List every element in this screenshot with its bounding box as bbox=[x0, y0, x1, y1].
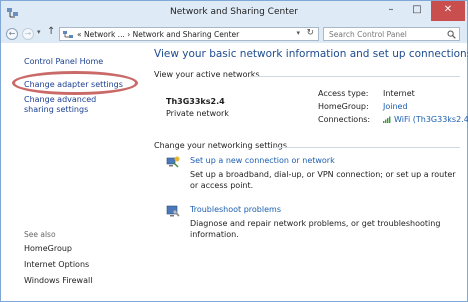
navigation-bar: ← → ▾ ↑ « Network ... › Network and Shar… bbox=[1, 25, 467, 43]
sidebar-item-change-advanced-sharing[interactable]: Change advanced sharing settings bbox=[24, 95, 124, 115]
main-content: View your basic network information and … bbox=[146, 43, 468, 301]
sidebar-item-control-panel-home[interactable]: Control Panel Home bbox=[24, 57, 103, 66]
wifi-connection-link[interactable]: WiFi (Th3G33ks2.4) bbox=[394, 115, 468, 124]
troubleshoot-link[interactable]: Troubleshoot problems bbox=[190, 205, 281, 214]
window: Network and Sharing Center – □ ✕ ← → ▾ ↑… bbox=[0, 0, 468, 302]
network-name: Th3G33ks2.4 bbox=[166, 97, 225, 106]
see-also-heading: See also bbox=[24, 230, 56, 239]
close-button[interactable]: ✕ bbox=[431, 1, 465, 21]
sidebar-item-windows-firewall[interactable]: Windows Firewall bbox=[24, 276, 92, 285]
homegroup-link[interactable]: Joined bbox=[383, 102, 408, 111]
divider bbox=[250, 76, 460, 77]
address-bar[interactable]: « Network ... › Network and Sharing Cent… bbox=[59, 27, 319, 41]
title-bar[interactable]: Network and Sharing Center – □ ✕ bbox=[1, 1, 467, 25]
recent-locations-icon[interactable]: ▾ bbox=[37, 28, 41, 36]
search-placeholder: Search Control Panel bbox=[329, 30, 407, 39]
access-type-label: Access type: bbox=[318, 89, 369, 98]
network-type[interactable]: Private network bbox=[166, 109, 229, 118]
troubleshoot-description: Diagnose and repair network problems, or… bbox=[190, 219, 441, 239]
page-title: View your basic network information and … bbox=[154, 48, 468, 60]
up-button[interactable]: ↑ bbox=[47, 26, 55, 37]
minimize-button[interactable]: – bbox=[379, 1, 403, 21]
breadcrumb[interactable]: « Network ... › Network and Sharing Cent… bbox=[77, 30, 239, 39]
sidebar-item-internet-options[interactable]: Internet Options bbox=[24, 260, 89, 269]
refresh-icon[interactable]: ↻ bbox=[306, 28, 314, 38]
setup-connection-description: Set up a broadband, dial-up, or VPN conn… bbox=[190, 170, 456, 190]
connections-label: Connections: bbox=[318, 115, 371, 124]
back-button[interactable]: ← bbox=[6, 28, 18, 40]
sidebar-item-change-adapter-settings[interactable]: Change adapter settings bbox=[24, 80, 123, 89]
sidebar: Control Panel Home Change adapter settin… bbox=[1, 43, 146, 301]
homegroup-label: HomeGroup: bbox=[318, 102, 369, 111]
breadcrumb-path[interactable]: Network ... › Network and Sharing Center bbox=[84, 30, 239, 39]
new-connection-icon bbox=[166, 156, 180, 168]
access-type-value: Internet bbox=[383, 89, 415, 98]
search-icon[interactable] bbox=[447, 30, 456, 39]
search-input[interactable]: Search Control Panel bbox=[323, 27, 460, 41]
forward-button[interactable]: → bbox=[22, 28, 34, 40]
networking-settings-heading: Change your networking settings bbox=[154, 141, 288, 150]
breadcrumb-prefix: « bbox=[77, 30, 82, 39]
chevron-down-icon[interactable]: ▾ bbox=[296, 29, 300, 37]
troubleshoot-icon bbox=[166, 205, 180, 217]
network-folder-icon bbox=[63, 31, 73, 38]
active-networks-heading: View your active networks bbox=[154, 70, 260, 79]
divider bbox=[274, 147, 460, 148]
setup-connection-link[interactable]: Set up a new connection or network bbox=[190, 156, 335, 165]
wifi-signal-icon bbox=[383, 116, 391, 123]
maximize-button[interactable]: □ bbox=[405, 1, 429, 21]
sidebar-item-homegroup[interactable]: HomeGroup bbox=[24, 244, 72, 253]
